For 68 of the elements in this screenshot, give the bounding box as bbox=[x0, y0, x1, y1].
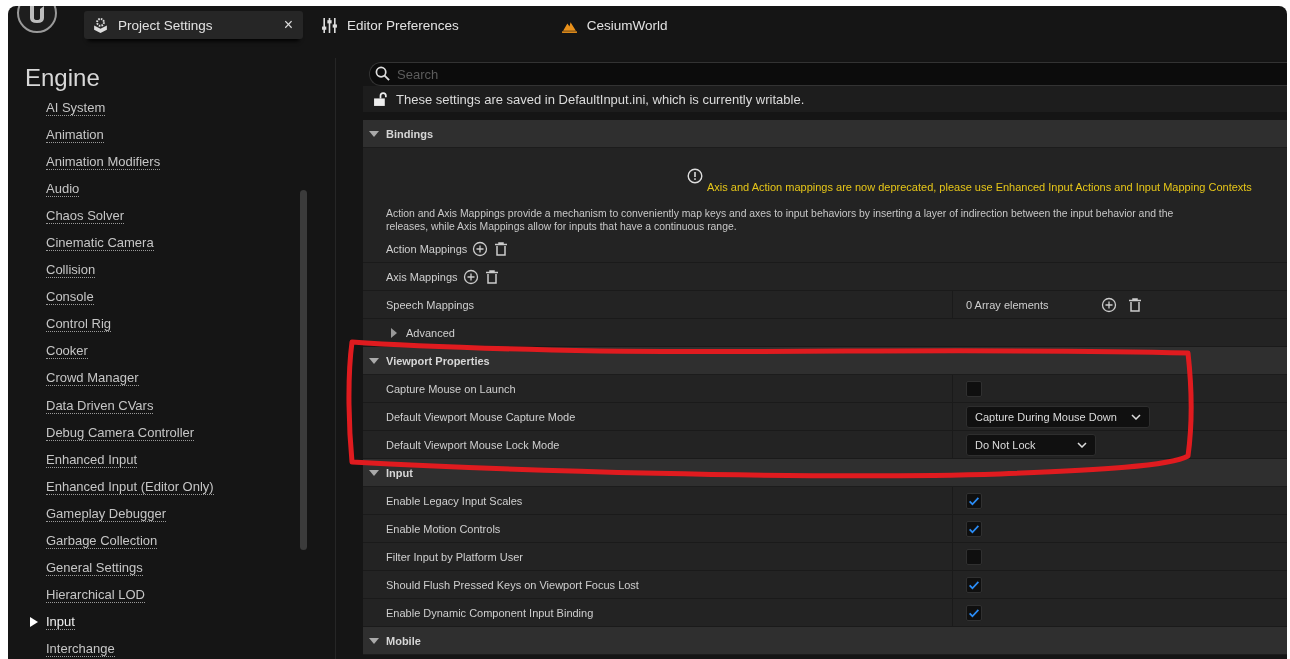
sidebar-link[interactable]: Animation Modifiers bbox=[46, 153, 161, 170]
checkbox[interactable] bbox=[966, 604, 982, 621]
sidebar-link[interactable]: Gameplay Debugger bbox=[46, 505, 166, 522]
notice-text: These settings are saved in DefaultInput.ini, which is currently writable. bbox=[396, 91, 805, 107]
sidebar-link[interactable]: Data Driven CVars bbox=[46, 397, 154, 414]
dropdown[interactable]: Do Not Lock bbox=[966, 433, 1096, 456]
property-label: Default Viewport Mouse Capture Mode bbox=[386, 410, 576, 423]
sidebar-link[interactable]: Collision bbox=[46, 262, 96, 279]
sidebar-link[interactable]: Chaos Solver bbox=[46, 207, 125, 224]
property-label: Filter Input by Platform User bbox=[386, 550, 523, 563]
sidebar-link[interactable]: AI System bbox=[46, 99, 106, 116]
search-field[interactable]: Search bbox=[369, 62, 1287, 86]
add-icon[interactable] bbox=[462, 268, 479, 285]
category-title: Engine bbox=[25, 63, 101, 93]
sidebar-link[interactable]: Debug Camera Controller bbox=[46, 424, 195, 441]
sidebar-link[interactable]: Garbage Collection bbox=[46, 533, 158, 550]
sidebar-link[interactable]: Crowd Manager bbox=[46, 370, 139, 387]
add-icon[interactable] bbox=[472, 240, 489, 257]
sidebar-link[interactable]: Enhanced Input bbox=[46, 451, 138, 468]
sidebar-link[interactable]: Control Rig bbox=[46, 316, 112, 333]
checkbox[interactable] bbox=[966, 548, 982, 565]
array-count: 0 Array elements bbox=[966, 298, 1050, 311]
dropdown[interactable]: Capture During Mouse Down bbox=[966, 405, 1150, 428]
sidebar-link[interactable]: Cooker bbox=[46, 343, 88, 360]
checkbox[interactable] bbox=[966, 380, 982, 397]
sidebar-link[interactable]: Enhanced Input (Editor Only) bbox=[46, 478, 214, 495]
property-label: Enable Motion Controls bbox=[386, 522, 501, 535]
chevron-down-icon bbox=[1077, 441, 1087, 448]
unlocked-padlock-icon bbox=[373, 91, 388, 107]
warning-text: Axis and Action mappings are now deprecated, please use Enhanced Input Actions and Input Mapping Contexts bbox=[707, 180, 1252, 193]
property-label: Axis Mappings bbox=[386, 270, 458, 283]
sidebar-link[interactable]: Cinematic Camera bbox=[46, 235, 154, 251]
scrollbar[interactable] bbox=[300, 190, 307, 550]
property-label: Capture Mouse on Launch bbox=[386, 382, 516, 395]
trash-icon[interactable] bbox=[493, 240, 510, 257]
property-label: Enable Legacy Input Scales bbox=[386, 494, 523, 507]
tab[interactable]: Project Settings × bbox=[84, 11, 303, 39]
cube-gear-icon bbox=[92, 16, 109, 34]
tab[interactable]: CesiumWorld bbox=[552, 11, 678, 39]
close-button[interactable]: × bbox=[283, 16, 293, 34]
checkbox[interactable] bbox=[966, 576, 982, 593]
property-label: Default Viewport Mouse Lock Mode bbox=[386, 438, 560, 451]
sliders-icon bbox=[321, 16, 338, 34]
property-label: Speech Mappings bbox=[386, 298, 475, 311]
tab[interactable]: Editor Preferences bbox=[313, 11, 469, 39]
sidebar-link[interactable]: Input bbox=[46, 614, 75, 631]
group-label[interactable]: Advanced bbox=[406, 326, 455, 339]
search-icon bbox=[375, 66, 390, 81]
section-header[interactable]: Bindings bbox=[363, 120, 1287, 148]
section-header[interactable]: Mobile bbox=[363, 627, 1287, 655]
sidebar-link[interactable]: General Settings bbox=[46, 560, 143, 577]
sidebar-link[interactable]: Hierarchical LOD bbox=[46, 587, 145, 604]
caret-right-icon[interactable] bbox=[389, 327, 399, 338]
sidebar-link[interactable]: Console bbox=[46, 289, 94, 306]
sidebar-link[interactable]: Interchange bbox=[46, 641, 115, 658]
property-label: Enable Dynamic Component Input Binding bbox=[386, 606, 594, 619]
trash-icon[interactable] bbox=[1127, 296, 1143, 313]
warning-icon bbox=[687, 168, 703, 184]
property-label: Should Flush Pressed Keys on Viewport Focus Lost bbox=[386, 578, 639, 591]
checkbox[interactable] bbox=[966, 520, 982, 537]
sidebar-link[interactable]: Audio bbox=[46, 180, 80, 197]
trash-icon[interactable] bbox=[483, 268, 500, 285]
property-label: Action Mappings bbox=[386, 242, 468, 255]
checkbox[interactable] bbox=[966, 492, 982, 509]
sidebar-link[interactable]: Animation bbox=[46, 126, 104, 143]
add-icon[interactable] bbox=[1101, 296, 1117, 313]
description-text: Action and Axis Mappings provide a mechanism to conveniently map keys and axes to input behaviors by inserting a layer of indirection between the input behavior and the releases, while Axis Mappings allow for inputs that have a continuous range. bbox=[385, 207, 1175, 234]
chevron-down-icon bbox=[1131, 413, 1141, 420]
